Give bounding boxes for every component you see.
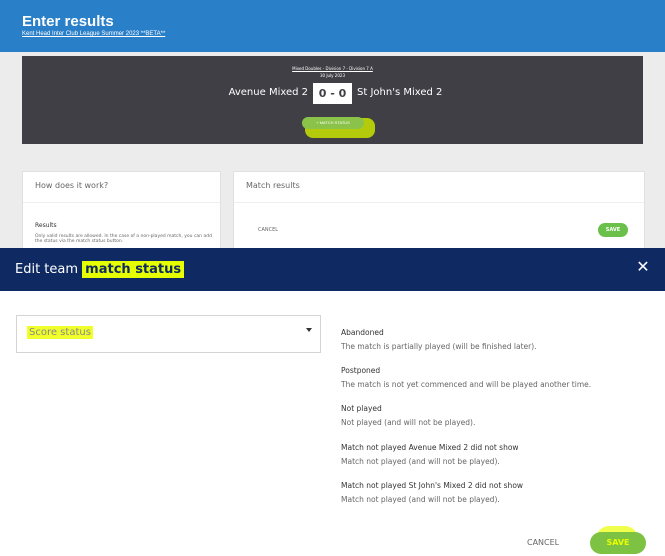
option-title: Not played <box>341 404 382 413</box>
option-title: Postponed <box>341 366 381 375</box>
league-link[interactable]: Kent Head Inter Club League Summer 2023 … <box>22 31 165 37</box>
page-header: Enter results Kent Head Inter Club Leagu… <box>0 0 665 52</box>
modal-title-highlight: match status <box>82 261 185 278</box>
match-date: 30 July 2023 <box>319 73 345 78</box>
option-description: Match not played (and will not be played… <box>341 495 500 504</box>
results-card-title: Match results <box>246 181 300 190</box>
match-status-button[interactable]: + MATCH STATUS <box>302 117 364 129</box>
match-card: Mixed Doubles - Division 7 - Division 7 … <box>22 56 643 144</box>
option-description: The match is not yet commenced and will … <box>341 380 592 389</box>
option-description: Match not played (and will not be played… <box>341 457 500 466</box>
home-team: Avenue Mixed 2 <box>228 87 308 98</box>
option-title: Match not played Avenue Mixed 2 did not … <box>341 443 519 452</box>
divider <box>234 202 644 203</box>
help-text: Only valid results are allowed. In the c… <box>35 234 212 244</box>
modal-title: Edit team match status <box>15 261 185 278</box>
score-display: 0 - 0 <box>313 83 352 104</box>
results-cancel-button[interactable]: CANCEL <box>258 227 278 233</box>
option-title: Match not played St John's Mixed 2 did n… <box>341 481 524 490</box>
help-heading: Results <box>35 222 57 229</box>
option-title: Abandoned <box>341 328 384 337</box>
away-team: St John's Mixed 2 <box>357 87 443 98</box>
division-link[interactable]: Mixed Doubles - Division 7 - Division 7 … <box>22 66 643 71</box>
results-save-button[interactable]: SAVE <box>598 223 628 237</box>
background-page: Enter results Kent Head Inter Club Leagu… <box>0 0 665 248</box>
option-description: The match is partially played (will be f… <box>341 342 537 351</box>
close-icon[interactable]: ✕ <box>632 256 654 278</box>
results-card: Match results CANCEL SAVE <box>233 171 645 248</box>
save-button[interactable]: SAVE <box>590 532 646 554</box>
help-card-title: How does it work? <box>35 181 109 190</box>
select-placeholder: Score status <box>27 326 93 339</box>
help-card: How does it work? Results Only valid res… <box>22 171 221 248</box>
score-status-select[interactable]: Score status <box>16 315 321 353</box>
option-description: Not played (and will not be played). <box>341 418 476 427</box>
modal-title-prefix: Edit team <box>15 262 83 277</box>
divider <box>23 202 220 203</box>
chevron-down-icon <box>306 328 312 332</box>
page-title: Enter results <box>22 13 114 30</box>
cancel-button[interactable]: CANCEL <box>527 538 559 547</box>
